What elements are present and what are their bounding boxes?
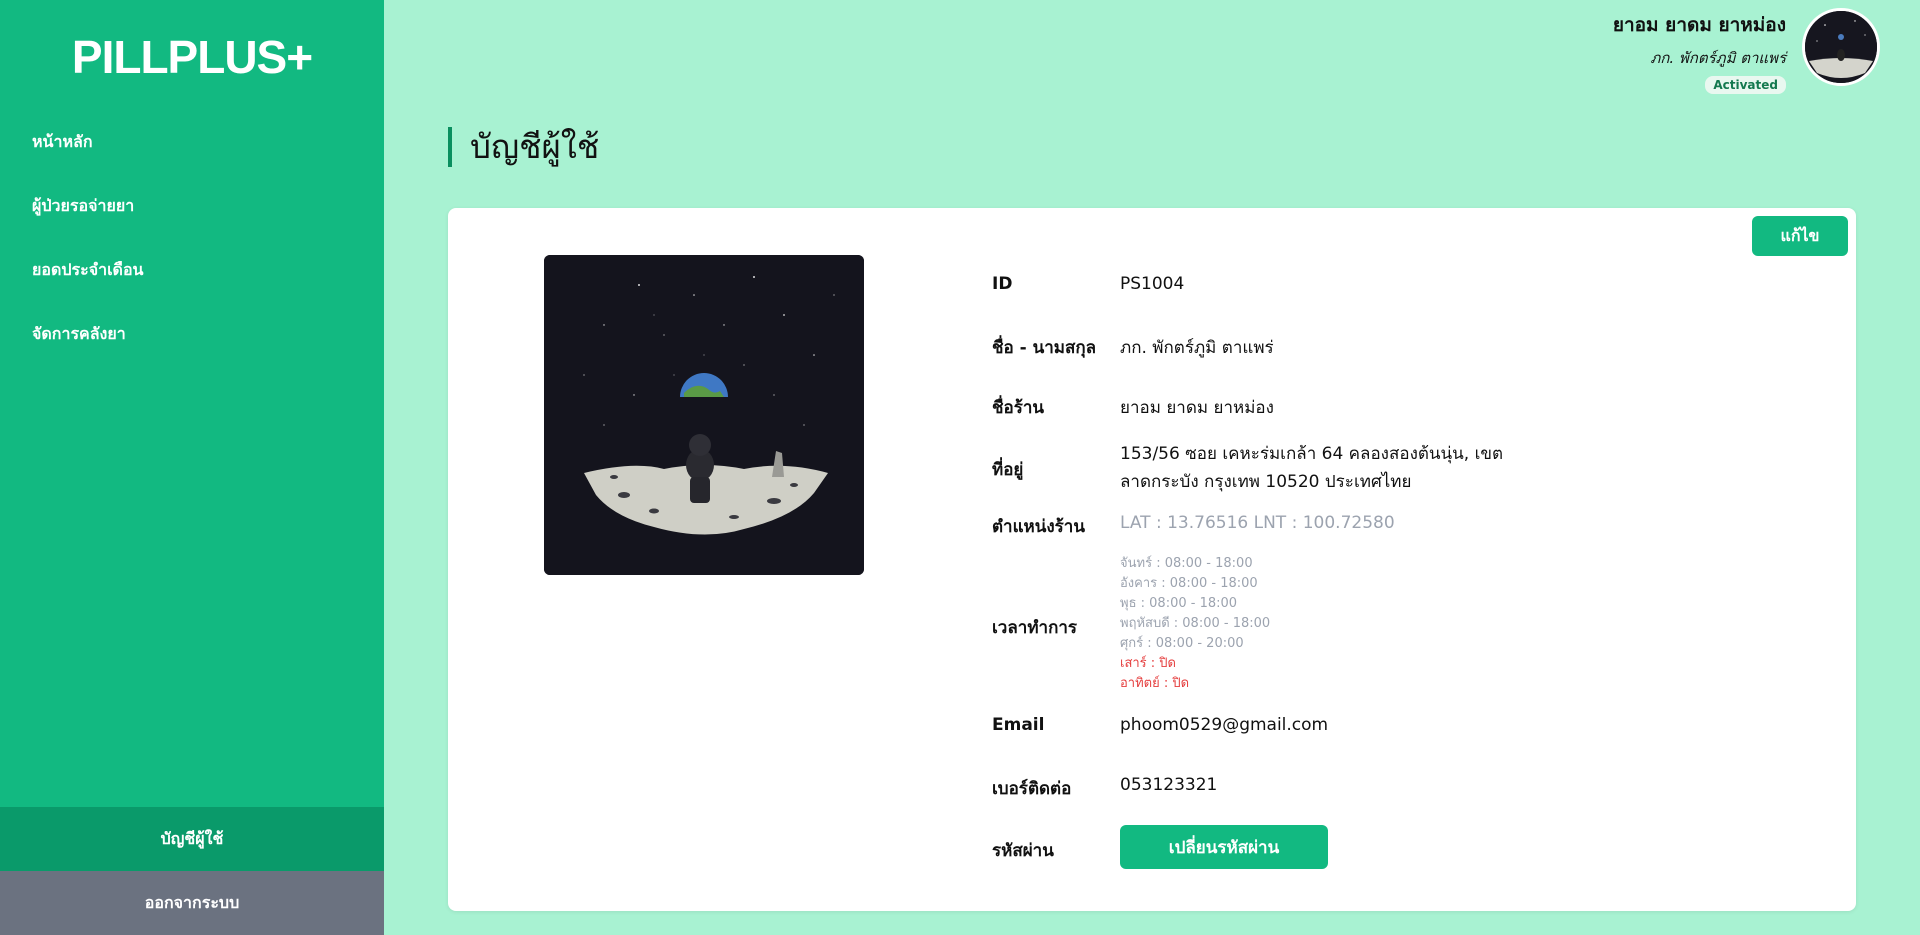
app-logo[interactable]: PILLPLUS+: [0, 30, 384, 84]
shop-label: ชื่อร้าน: [992, 398, 1045, 418]
address-line-2: ลาดกระบัง กรุงเทพ 10520 ประเทศไทย: [1120, 472, 1412, 492]
location-value: LAT : 13.76516 LNT : 100.72580: [1120, 513, 1395, 533]
address-label: ที่อยู่: [992, 460, 1024, 480]
sidebar: PILLPLUS+ หน้าหลัก ผู้ป่วยรอจ่ายยา ยอดปร…: [0, 0, 384, 935]
phone-label: เบอร์ติดต่อ: [992, 779, 1072, 799]
hours-tuesday: อังคาร : 08:00 - 18:00: [1120, 576, 1258, 591]
status-badge: Activated: [1705, 76, 1786, 94]
change-password-button[interactable]: เปลี่ยนรหัสผ่าน: [1120, 825, 1328, 869]
astronaut-moon-image-icon: [544, 255, 864, 575]
hours-monday: จันทร์ : 08:00 - 18:00: [1120, 556, 1253, 571]
name-label: ชื่อ - นามสกุล: [992, 338, 1097, 358]
address-line-1: 153/56 ซอย เคหะร่มเกล้า 64 คลองสองต้นนุ่…: [1120, 444, 1504, 464]
edit-button[interactable]: แก้ไข: [1752, 216, 1848, 256]
email-value: phoom0529@gmail.com: [1120, 715, 1329, 735]
sidebar-bottom: บัญชีผู้ใช้ ออกจากระบบ: [0, 807, 384, 935]
page-title: บัญชีผู้ใช้: [448, 127, 599, 167]
id-value: PS1004: [1120, 274, 1185, 294]
profile-photo: [544, 255, 864, 575]
hours-friday: ศุกร์ : 08:00 - 20:00: [1120, 636, 1244, 651]
location-label: ตำแหน่งร้าน: [992, 517, 1085, 537]
sidebar-item-account[interactable]: บัญชีผู้ใช้: [0, 807, 384, 871]
avatar[interactable]: [1802, 8, 1880, 86]
hours-list: จันทร์ : 08:00 - 18:00 อังคาร : 08:00 - …: [1120, 554, 1270, 694]
hours-label: เวลาทำการ: [992, 618, 1078, 638]
hours-sunday: อาทิตย์ : ปิด: [1120, 676, 1190, 691]
hours-wednesday: พุธ : 08:00 - 18:00: [1120, 596, 1238, 611]
password-label: รหัสผ่าน: [992, 841, 1054, 861]
profile-card: แก้ไข ID PS1004 ชื่อ - นามสกุล ภก. พักตร…: [448, 208, 1856, 911]
name-value: ภก. พักตร์ภูมิ ตาแพร่: [1120, 338, 1274, 358]
id-label: ID: [992, 274, 1013, 294]
hours-saturday: เสาร์ : ปิด: [1120, 656, 1176, 671]
astronaut-avatar-icon: [1805, 11, 1877, 83]
sidebar-nav: หน้าหลัก ผู้ป่วยรอจ่ายยา ยอดประจำเดือน จ…: [32, 116, 143, 372]
sidebar-item-inventory[interactable]: จัดการคลังยา: [32, 308, 143, 372]
sidebar-item-waiting-patients[interactable]: ผู้ป่วยรอจ่ายยา: [32, 180, 143, 244]
phone-value: 053123321: [1120, 775, 1218, 795]
sidebar-item-home[interactable]: หน้าหลัก: [32, 116, 143, 180]
email-label: Email: [992, 715, 1045, 735]
sidebar-item-monthly-sales[interactable]: ยอดประจำเดือน: [32, 244, 143, 308]
user-info: ยาอม ยาดม ยาหม่อง ภก. พักตร์ภูมิ ตาแพร่ …: [1366, 10, 1786, 94]
user-pharmacist-name: ภก. พักตร์ภูมิ ตาแพร่: [1650, 49, 1786, 67]
logout-button[interactable]: ออกจากระบบ: [0, 871, 384, 935]
hours-thursday: พฤหัสบดี : 08:00 - 18:00: [1120, 616, 1271, 631]
user-shop-name: ยาอม ยาดม ยาหม่อง: [1612, 14, 1786, 36]
shop-value: ยาอม ยาดม ยาหม่อง: [1120, 398, 1274, 418]
